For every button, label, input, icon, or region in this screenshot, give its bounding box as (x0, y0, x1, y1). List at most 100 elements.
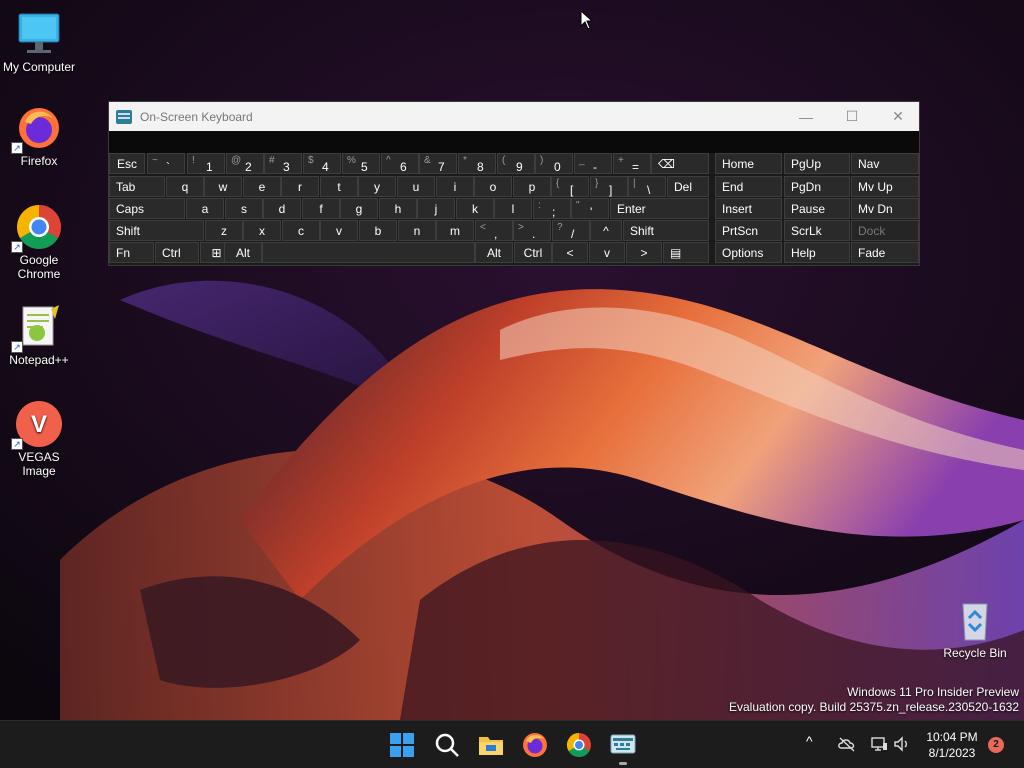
key-semicolon[interactable]: :; (533, 198, 571, 219)
key-dock[interactable]: Dock (851, 220, 919, 241)
key-j[interactable]: j (417, 198, 455, 219)
desktop-icon-chrome[interactable]: ↗ Google Chrome (0, 203, 78, 281)
chrome-icon[interactable] (565, 731, 593, 759)
key-o[interactable]: o (474, 176, 512, 197)
key-v[interactable]: v (320, 220, 358, 241)
key-help[interactable]: Help (784, 242, 850, 263)
key-3[interactable]: #3 (264, 153, 302, 174)
key-8[interactable]: * 8 (458, 153, 496, 174)
key-pgdn[interactable]: PgDn (784, 176, 850, 197)
key-mv-dn[interactable]: Mv Dn (851, 198, 919, 219)
key-u[interactable]: u (397, 176, 435, 197)
key-m[interactable]: m (436, 220, 474, 241)
key-left-bracket[interactable]: {[ (551, 176, 589, 197)
key-t[interactable]: t (320, 176, 358, 197)
system-clock[interactable]: 10:04 PM 8/1/2023 (922, 729, 982, 761)
key-scrlk[interactable]: ScrLk (784, 220, 850, 241)
key-alt-right[interactable]: Alt (475, 242, 513, 263)
key-right-arrow[interactable]: > (626, 242, 662, 263)
key-q[interactable]: q (166, 176, 204, 197)
key-pause[interactable]: Pause (784, 198, 850, 219)
window-titlebar[interactable]: On-Screen Keyboard — ☐ ✕ (109, 102, 919, 131)
close-button[interactable]: ✕ (875, 102, 921, 131)
key-home[interactable]: Home (715, 153, 782, 174)
key-backslash[interactable]: | \ (628, 176, 666, 197)
key-shift-right[interactable]: Shift (623, 220, 709, 241)
key-ctrl-left[interactable]: Ctrl (155, 242, 199, 263)
key-caps[interactable]: Caps (109, 198, 185, 219)
key-up-arrow[interactable]: ^ (590, 220, 622, 241)
key-k[interactable]: k (456, 198, 494, 219)
key-tab[interactable]: Tab (109, 176, 165, 197)
on-screen-keyboard-window[interactable]: On-Screen Keyboard — ☐ ✕ Esc ~ `! 1 @2 #3 $4% 5… (108, 101, 920, 266)
start-icon[interactable] (388, 731, 416, 759)
search-icon[interactable] (433, 731, 461, 759)
key-insert[interactable]: Insert (715, 198, 782, 219)
key-e[interactable]: e (243, 176, 281, 197)
key-x[interactable]: x (243, 220, 281, 241)
desktop-icon-recycle-bin[interactable]: Recycle Bin (936, 596, 1014, 660)
key-s[interactable]: s (225, 198, 263, 219)
key-mv-up[interactable]: Mv Up (851, 176, 919, 197)
key-i[interactable]: i (436, 176, 474, 197)
key-7[interactable]: & 7 (419, 153, 457, 174)
maximize-button[interactable]: ☐ (829, 102, 875, 131)
key-c[interactable]: c (282, 220, 320, 241)
desktop-icon-vegas-image[interactable]: V ↗ VEGAS Image (0, 400, 78, 478)
key-right-bracket[interactable]: }] (590, 176, 628, 197)
key-w[interactable]: w (204, 176, 242, 197)
key-minus[interactable]: _ - (574, 153, 612, 174)
key-nav[interactable]: Nav (851, 153, 919, 174)
key-9[interactable]: (9 (497, 153, 535, 174)
key-z[interactable]: z (205, 220, 243, 241)
notification-badge[interactable]: 2 (988, 737, 1004, 753)
file-explorer-icon[interactable] (477, 731, 505, 759)
key-h[interactable]: h (379, 198, 417, 219)
key-5[interactable]: % 5 (342, 153, 380, 174)
volume-icon[interactable] (893, 735, 911, 753)
key-slash[interactable]: ? / (552, 220, 590, 241)
key-p[interactable]: p (513, 176, 551, 197)
key-fade[interactable]: Fade (851, 242, 919, 263)
key-g[interactable]: g (340, 198, 378, 219)
key-y[interactable]: y (358, 176, 396, 197)
key-alt-left[interactable]: Alt (224, 242, 262, 263)
key-backspace[interactable]: ⌫ (651, 153, 709, 174)
key-l[interactable]: l (494, 198, 532, 219)
onedrive-offline-icon[interactable] (838, 736, 856, 752)
key-ctrl-right[interactable]: Ctrl (514, 242, 552, 263)
key-space[interactable] (262, 242, 475, 263)
key-down-arrow[interactable]: v (589, 242, 625, 263)
key-f[interactable]: f (302, 198, 340, 219)
key-n[interactable]: n (398, 220, 436, 241)
key-d[interactable]: d (263, 198, 301, 219)
desktop-icon-my-computer[interactable]: My Computer (0, 10, 78, 74)
on-screen-keyboard-icon[interactable] (609, 731, 637, 759)
network-icon[interactable] (870, 735, 888, 753)
key-shift-left[interactable]: Shift (109, 220, 204, 241)
key-fn[interactable]: Fn (109, 242, 154, 263)
key-0[interactable]: ) 0 (535, 153, 573, 174)
key-equals[interactable]: + = (613, 153, 651, 174)
desktop-icon-notepadpp[interactable]: ↗ Notepad++ (0, 303, 78, 367)
key-comma[interactable]: <, (475, 220, 513, 241)
key-end[interactable]: End (715, 176, 782, 197)
key-esc[interactable]: Esc (109, 153, 145, 174)
key-quote[interactable]: " ' (571, 198, 609, 219)
key-1[interactable]: ! 1 (187, 153, 225, 174)
key-options[interactable]: Options (715, 242, 782, 263)
key-period[interactable]: >. (513, 220, 551, 241)
key-enter[interactable]: Enter (610, 198, 709, 219)
show-hidden-icons-chevron[interactable]: ^ (806, 733, 813, 749)
key-b[interactable]: b (359, 220, 397, 241)
key-6[interactable]: ^ 6 (381, 153, 419, 174)
key-backtick[interactable]: ~ ` (147, 153, 185, 174)
firefox-icon[interactable] (521, 731, 549, 759)
desktop-icon-firefox[interactable]: ↗ Firefox (0, 104, 78, 168)
key-a[interactable]: a (186, 198, 224, 219)
key-delete[interactable]: Del (667, 176, 709, 197)
key-4[interactable]: $4 (303, 153, 341, 174)
key-r[interactable]: r (281, 176, 319, 197)
key-menu[interactable]: ▤ (663, 242, 709, 263)
key-pgup[interactable]: PgUp (784, 153, 850, 174)
